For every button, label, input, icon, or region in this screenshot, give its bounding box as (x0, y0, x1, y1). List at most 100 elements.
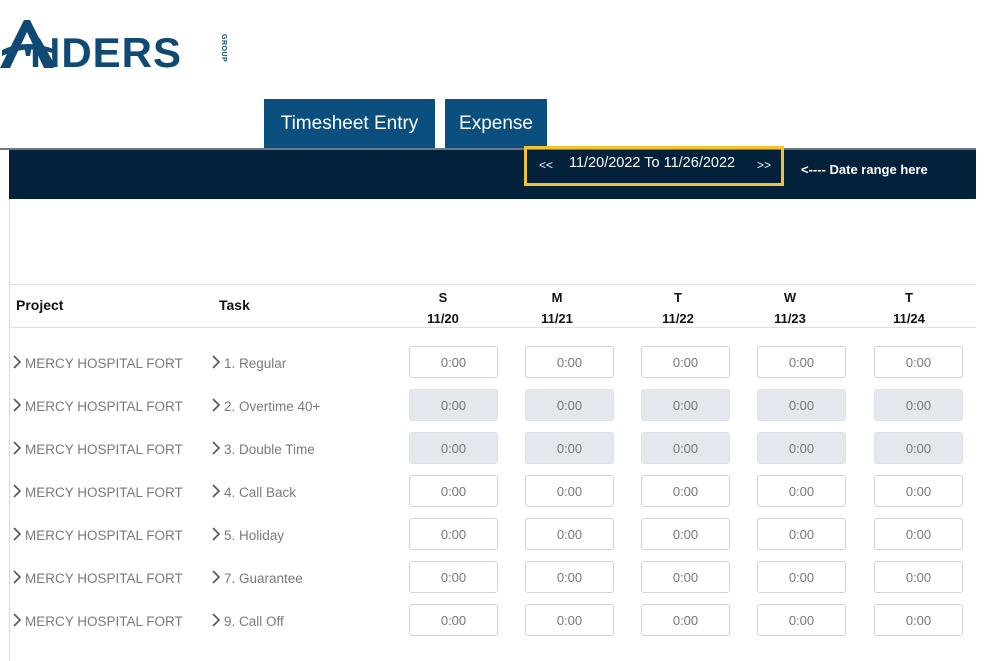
project-cell[interactable]: MERCY HOSPITAL FORT (12, 353, 190, 373)
hours-input (757, 389, 846, 421)
next-week-button[interactable]: >> (757, 158, 771, 172)
hours-input[interactable] (757, 475, 846, 507)
hours-input[interactable] (874, 604, 963, 636)
hours-input[interactable] (409, 604, 498, 636)
task-name: 4. Call Back (224, 484, 297, 500)
chevron-right-icon (12, 398, 24, 414)
chevron-right-icon (211, 398, 223, 414)
date-range-selector: << 11/20/2022 To 11/26/2022 >> (524, 146, 784, 186)
column-header-project: Project (16, 297, 64, 313)
day-header-date: 11/23 (774, 311, 806, 326)
chevron-right-icon (211, 527, 223, 543)
day-header-date: 11/21 (541, 311, 573, 326)
chevron-right-icon (12, 355, 24, 371)
day-header-letter: M (551, 290, 563, 305)
day-header-letter: T (905, 290, 913, 305)
hours-input (525, 432, 614, 464)
chevron-right-icon (12, 441, 24, 457)
day-header-date: 11/20 (427, 311, 459, 326)
hours-input[interactable] (641, 346, 730, 378)
task-cell[interactable]: 7. Guarantee (211, 568, 303, 588)
task-name: 5. Holiday (224, 527, 285, 543)
hours-input[interactable] (874, 475, 963, 507)
hours-input[interactable] (874, 561, 963, 593)
tab-timesheet-entry[interactable]: Timesheet Entry (264, 99, 435, 149)
project-name: MERCY HOSPITAL FORT (25, 527, 183, 543)
project-name: MERCY HOSPITAL FORT (25, 441, 183, 457)
hours-input[interactable] (641, 518, 730, 550)
project-cell[interactable]: MERCY HOSPITAL FORT (12, 525, 190, 545)
hours-input[interactable] (409, 561, 498, 593)
hours-input (525, 389, 614, 421)
project-name: MERCY HOSPITAL FORT (25, 398, 183, 414)
hours-input[interactable] (874, 346, 963, 378)
project-cell[interactable]: MERCY HOSPITAL FORT (12, 568, 190, 588)
hours-input[interactable] (525, 518, 614, 550)
hours-input[interactable] (757, 604, 846, 636)
project-cell[interactable]: MERCY HOSPITAL FORT (12, 396, 190, 416)
hours-input[interactable] (525, 346, 614, 378)
project-name: MERCY HOSPITAL FORT (25, 484, 183, 500)
day-header-date: 11/24 (893, 311, 925, 326)
project-cell[interactable]: MERCY HOSPITAL FORT (12, 439, 190, 459)
task-cell[interactable]: 9. Call Off (211, 611, 284, 631)
task-cell[interactable]: 3. Double Time (211, 439, 315, 459)
task-name: 9. Call Off (224, 613, 284, 629)
chevron-right-icon (12, 484, 24, 500)
hours-input[interactable] (874, 518, 963, 550)
task-name: 2. Overtime 40+ (224, 398, 321, 414)
day-header-letter: S (438, 290, 448, 305)
chevron-right-icon (211, 441, 223, 457)
hours-input[interactable] (757, 518, 846, 550)
hours-input[interactable] (641, 475, 730, 507)
hours-input (874, 432, 963, 464)
column-header-task: Task (219, 297, 250, 313)
task-cell[interactable]: 4. Call Back (211, 482, 296, 502)
hours-input (757, 432, 846, 464)
hours-input[interactable] (409, 475, 498, 507)
chevron-right-icon (211, 484, 223, 500)
hours-input (874, 389, 963, 421)
hours-input[interactable] (525, 561, 614, 593)
date-range-annotation: <---- Date range here (801, 162, 928, 177)
hours-input[interactable] (757, 561, 846, 593)
hours-input (409, 389, 498, 421)
chevron-right-icon (12, 527, 24, 543)
hours-input[interactable] (409, 518, 498, 550)
previous-week-button[interactable]: << (539, 158, 553, 172)
date-range-label: 11/20/2022 To 11/26/2022 (569, 155, 736, 171)
logo-wordmark: NDERS (30, 29, 183, 76)
task-name: 1. Regular (224, 355, 287, 371)
chevron-right-icon (211, 355, 223, 371)
header-bottom-divider (9, 327, 976, 328)
hours-input[interactable] (641, 561, 730, 593)
project-cell[interactable]: MERCY HOSPITAL FORT (12, 482, 190, 502)
timesheet-page: NDERS GROUP Timesheet Entry Expense << 1… (0, 0, 985, 661)
anders-group-logo: NDERS GROUP (0, 10, 240, 74)
day-header-letter: T (674, 290, 682, 305)
task-cell[interactable]: 1. Regular (211, 353, 286, 373)
project-name: MERCY HOSPITAL FORT (25, 355, 183, 371)
project-name: MERCY HOSPITAL FORT (25, 613, 183, 629)
chevron-right-icon (211, 613, 223, 629)
project-name: MERCY HOSPITAL FORT (25, 570, 183, 586)
hours-input[interactable] (757, 346, 846, 378)
hours-input[interactable] (525, 475, 614, 507)
day-header-date: 11/22 (662, 311, 694, 326)
day-header-letter: W (783, 290, 797, 305)
header-top-divider (9, 284, 976, 285)
hours-input[interactable] (525, 604, 614, 636)
task-name: 3. Double Time (224, 441, 315, 457)
content-left-border (9, 199, 10, 661)
task-cell[interactable]: 2. Overtime 40+ (211, 396, 320, 416)
hours-input[interactable] (641, 604, 730, 636)
chevron-right-icon (211, 570, 223, 586)
hours-input (641, 432, 730, 464)
task-cell[interactable]: 5. Holiday (211, 525, 284, 545)
hours-input[interactable] (409, 346, 498, 378)
chevron-right-icon (12, 570, 24, 586)
task-name: 7. Guarantee (224, 570, 303, 586)
chevron-right-icon (12, 613, 24, 629)
project-cell[interactable]: MERCY HOSPITAL FORT (12, 611, 190, 631)
tab-expense[interactable]: Expense (445, 99, 547, 149)
